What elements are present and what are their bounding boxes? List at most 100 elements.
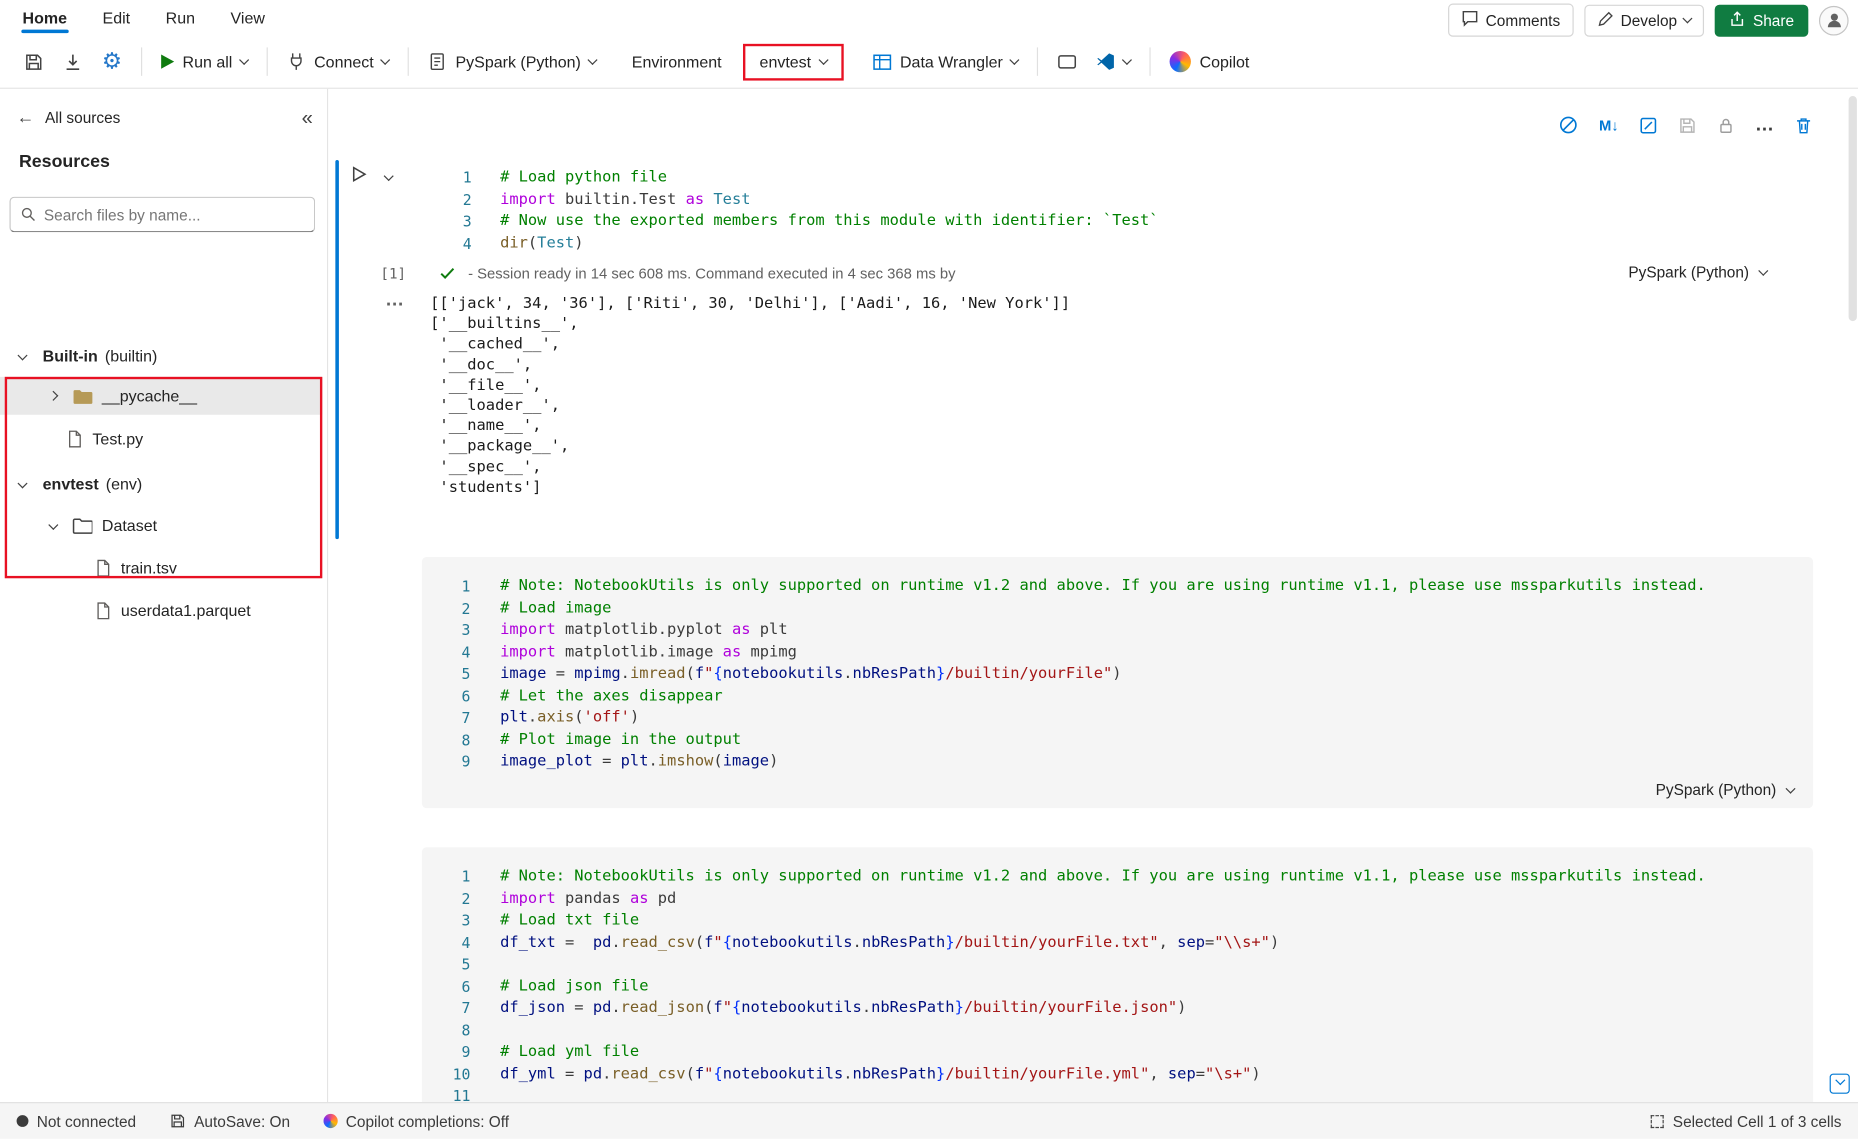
connect-button[interactable]: Connect — [277, 45, 398, 78]
copilot-icon — [323, 1113, 338, 1129]
comments-label: Comments — [1485, 11, 1561, 30]
chevron-down-icon — [817, 54, 829, 65]
chevron-down-icon[interactable] — [48, 519, 59, 530]
cell-status-row: [1] - Session ready in 14 sec 608 ms. Co… — [328, 263, 1823, 287]
environment-selector[interactable]: envtest — [752, 48, 833, 75]
notebook-toolbar: ⚙ Run all Connect PySpark (Python) Envir… — [0, 36, 1858, 89]
chevron-down-icon[interactable] — [17, 350, 28, 361]
line-numbers: 1234 — [462, 168, 472, 252]
connection-status[interactable]: Not connected — [16, 1112, 136, 1130]
cell-status-text: - Session ready in 14 sec 608 ms. Comman… — [468, 265, 956, 283]
avatar[interactable] — [1818, 5, 1849, 35]
menu-bar: Home Edit Run View Comments Develop Shar… — [0, 0, 1858, 37]
copilot-button[interactable]: Copilot — [1160, 44, 1258, 80]
code-cell-3[interactable]: 1 2 3 4 5 6 7 8 9 10 11 # Note: NotebookUtils is o… — [421, 847, 1814, 1103]
code-cell-1[interactable]: 1234 # Load python file import builtin.Te… — [328, 158, 1823, 599]
download-icon — [66, 54, 80, 70]
file-icon — [97, 601, 110, 619]
file-icon — [97, 559, 110, 577]
chevron-down-icon — [1834, 1075, 1845, 1086]
cell-kernel-selector[interactable]: PySpark (Python) — [1655, 780, 1796, 799]
selection-icon — [1650, 1114, 1664, 1128]
copilot-completions-label: Copilot completions: Off — [345, 1112, 510, 1130]
resources-sidebar: ← All sources « Resources Built-in (buil… — [0, 88, 329, 1103]
autosave-label: AutoSave: On — [194, 1112, 291, 1130]
lock-cell-button[interactable] — [1717, 116, 1735, 135]
share-button[interactable]: Share — [1715, 4, 1809, 37]
more-options-button[interactable]: … — [1755, 115, 1774, 134]
notebook-icon — [431, 53, 445, 71]
trash-icon — [1797, 117, 1811, 133]
top-actions: Comments Develop Share — [1447, 3, 1849, 37]
chevron-down-icon — [587, 54, 598, 65]
menu-run[interactable]: Run — [148, 2, 213, 34]
vertical-scrollbar[interactable] — [1848, 95, 1857, 322]
run-all-button[interactable]: Run all — [152, 46, 258, 78]
vscode-button[interactable] — [1087, 45, 1140, 78]
edit-box-button[interactable] — [1639, 116, 1658, 135]
share-icon — [1729, 10, 1746, 30]
chevron-right-icon[interactable] — [48, 390, 59, 401]
copilot-completions-toggle[interactable]: Copilot completions: Off — [323, 1112, 509, 1130]
menu-tabs: Home Edit Run View — [5, 0, 283, 36]
line-numbers: 123456789 — [461, 577, 471, 771]
save-cell-button[interactable] — [1678, 116, 1697, 135]
tree-item-envtest[interactable]: envtest (env) — [0, 466, 322, 502]
tree-item-testpy[interactable]: Test.py — [0, 421, 322, 457]
save-icon — [171, 1114, 184, 1128]
train-label: train.tsv — [120, 558, 177, 577]
output-more-button[interactable]: … — [385, 290, 404, 311]
autosave-toggle[interactable]: AutoSave: On — [169, 1112, 290, 1130]
testpy-label: Test.py — [92, 429, 144, 448]
develop-button[interactable]: Develop — [1583, 4, 1705, 37]
code-cell-2[interactable]: 123456789 # Note: NotebookUtils is only … — [421, 556, 1814, 809]
search-input[interactable] — [43, 205, 305, 224]
cell-kernel-selector[interactable]: PySpark (Python) — [1628, 263, 1769, 281]
delete-cell-button[interactable] — [1794, 116, 1813, 135]
tree-item-train[interactable]: train.tsv — [0, 550, 322, 586]
cell-output: [['jack', 34, '36'], ['Riti', 30, 'Delhi… — [430, 295, 1071, 497]
save-button[interactable] — [14, 44, 53, 78]
resources-title: Resources — [18, 151, 110, 172]
cell-toolbar: M↓ … — [1559, 115, 1813, 135]
code-editor[interactable]: # Load python file import builtin.Test as… — [500, 167, 1159, 255]
environment-button[interactable]: Environment — [622, 46, 731, 78]
chevron-down-icon[interactable] — [383, 170, 394, 181]
pencil-icon — [1597, 10, 1614, 30]
menu-edit[interactable]: Edit — [85, 2, 148, 34]
plug-icon — [290, 53, 302, 70]
connect-label: Connect — [314, 52, 374, 71]
settings-button[interactable]: ⚙ — [92, 43, 131, 80]
markdown-icon[interactable]: M↓ — [1599, 117, 1619, 134]
menu-view[interactable]: View — [213, 2, 283, 34]
language-selector[interactable]: PySpark (Python) — [419, 45, 606, 78]
code-editor[interactable]: # Note: NotebookUtils is only supported … — [500, 576, 1706, 773]
tree-item-parquet[interactable]: userdata1.parquet — [0, 593, 322, 629]
play-icon — [161, 54, 175, 69]
menu-home[interactable]: Home — [5, 2, 85, 34]
status-bar: Not connected AutoSave: On Copilot compl… — [0, 1102, 1858, 1139]
run-all-label: Run all — [182, 52, 233, 71]
share-label: Share — [1752, 11, 1795, 30]
divider — [408, 47, 410, 76]
code-editor[interactable]: # Note: NotebookUtils is only supported … — [500, 866, 1706, 1102]
tree-item-dataset[interactable]: Dataset — [0, 507, 322, 543]
run-by-line-button[interactable] — [1559, 115, 1579, 135]
develop-label: Develop — [1620, 11, 1678, 30]
scroll-down-button[interactable] — [1829, 1073, 1850, 1094]
copilot-icon — [1169, 50, 1192, 73]
environment-label: Environment — [631, 52, 722, 71]
chevron-down-icon — [1682, 13, 1693, 24]
back-arrow-icon[interactable]: ← — [17, 109, 35, 127]
all-sources-link[interactable]: All sources — [45, 109, 120, 127]
comments-button[interactable]: Comments — [1447, 3, 1574, 37]
download-button[interactable] — [53, 44, 92, 78]
chevron-down-icon[interactable] — [17, 478, 28, 489]
run-cell-button[interactable] — [350, 165, 369, 190]
tree-item-pycache[interactable]: __pycache__ — [0, 376, 323, 415]
tree-item-builtin[interactable]: Built-in (builtin) — [0, 338, 322, 374]
data-wrangler-button[interactable]: Data Wrangler — [862, 44, 1028, 78]
collapse-sidebar-icon[interactable]: « — [302, 108, 313, 128]
focus-mode-button[interactable] — [1048, 44, 1087, 78]
kernel-label: PySpark (Python) — [1655, 780, 1777, 799]
